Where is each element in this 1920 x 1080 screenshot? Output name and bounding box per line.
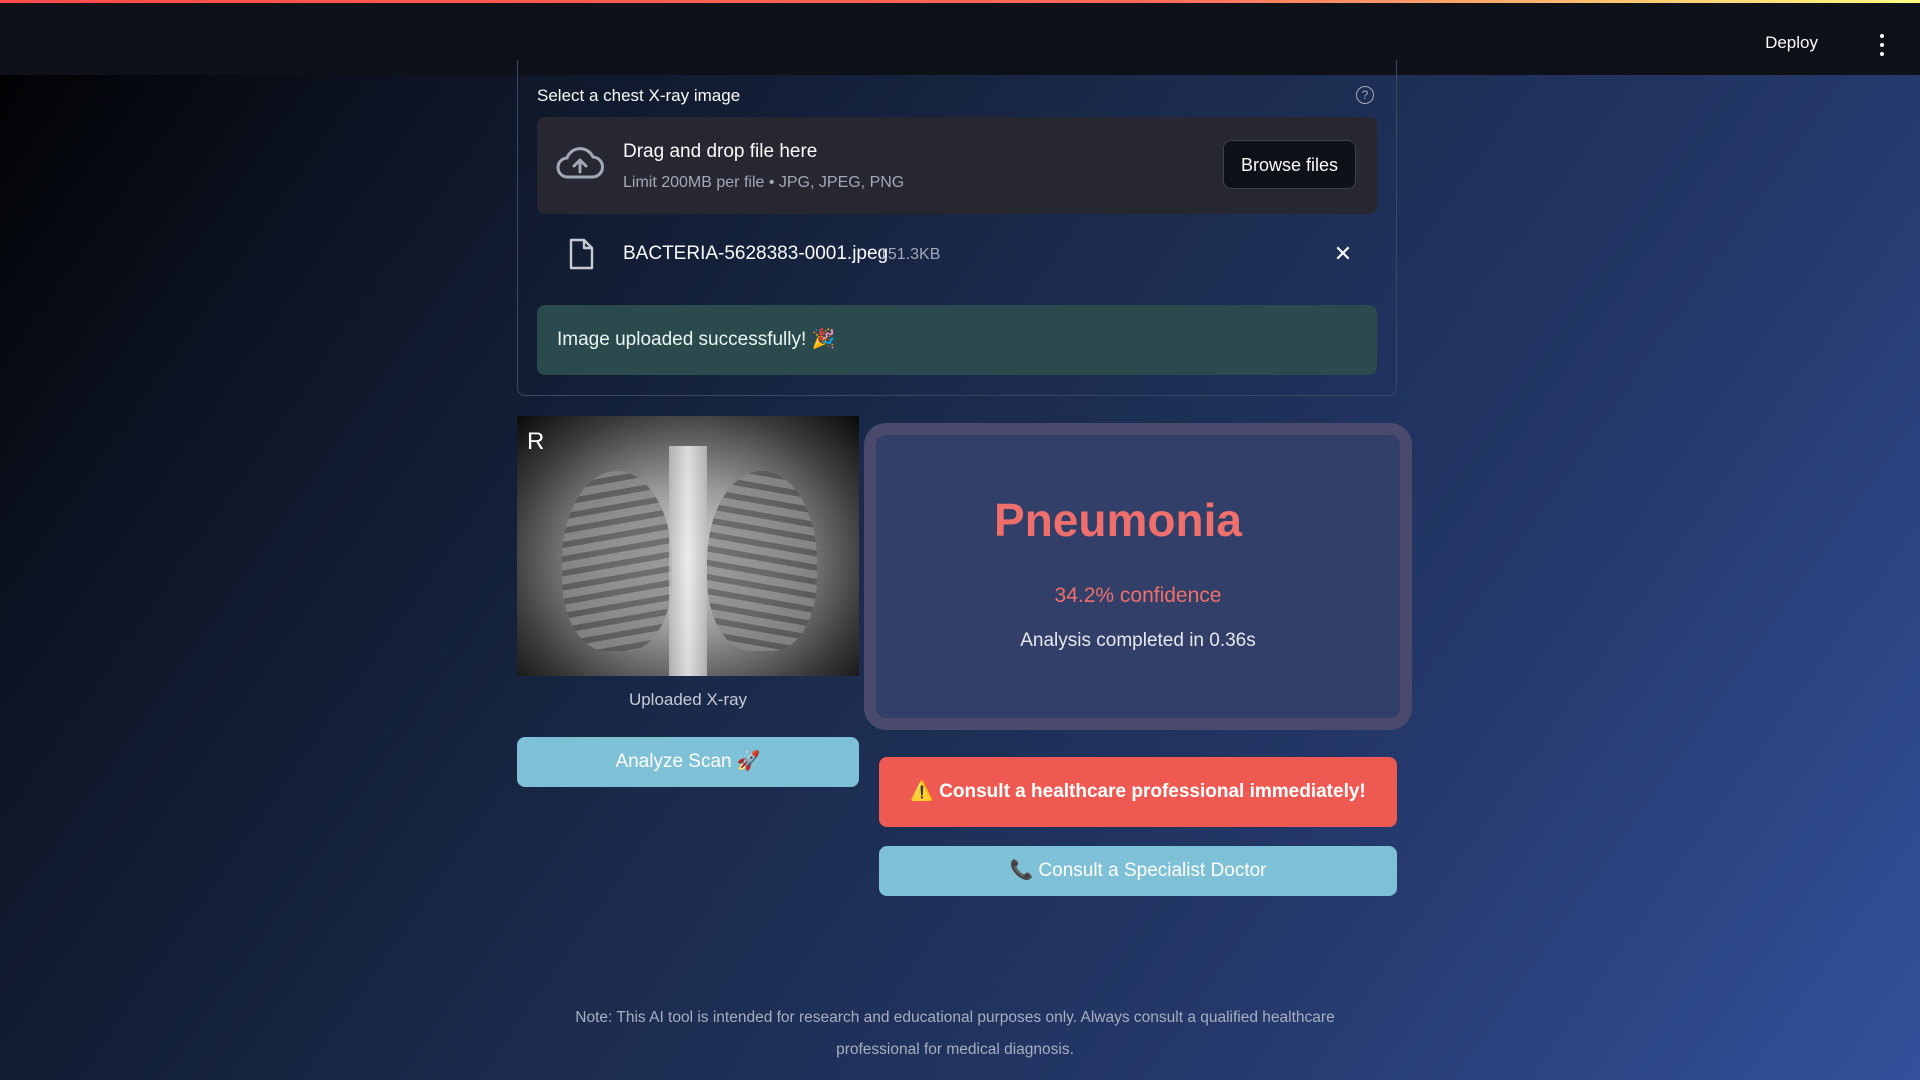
diagnosis-result-card bbox=[864, 423, 1412, 730]
analyze-scan-button[interactable]: Analyze Scan 🚀 bbox=[517, 737, 859, 787]
uploaded-file-size: 151.3KB bbox=[879, 246, 941, 263]
remove-file-close-icon[interactable]: ✕ bbox=[1333, 243, 1353, 265]
consult-specialist-button[interactable]: 📞 Consult a Specialist Doctor bbox=[879, 846, 1397, 896]
main-menu-icon[interactable] bbox=[1872, 34, 1892, 56]
xray-caption: Uploaded X-ray bbox=[628, 690, 748, 709]
upload-success-alert: Image uploaded successfully! 🎉 bbox=[537, 305, 1377, 375]
xray-spine bbox=[669, 446, 707, 676]
top-accent-line bbox=[0, 0, 1920, 3]
consult-warning-banner: ⚠️ Consult a healthcare professional imm… bbox=[879, 757, 1397, 827]
disclaimer-note: Note: This AI tool is intended for resea… bbox=[575, 1009, 1335, 1058]
diagnosis-label: Pneumonia bbox=[994, 494, 1242, 546]
xray-right-lung bbox=[707, 471, 817, 651]
help-icon[interactable]: ? bbox=[1356, 86, 1374, 104]
analysis-time-text: Analysis completed in 0.36s bbox=[1020, 630, 1256, 651]
file-icon bbox=[569, 238, 594, 270]
confidence-text: 34.2% confidence bbox=[1054, 584, 1222, 607]
deploy-button[interactable]: Deploy bbox=[1765, 33, 1818, 53]
xray-image: R bbox=[517, 416, 859, 676]
uploaded-file-name: BACTERIA-5628383-0001.jpeg bbox=[623, 243, 889, 264]
xray-left-lung bbox=[562, 471, 672, 651]
xray-side-marker: R bbox=[527, 428, 545, 455]
browse-files-button[interactable]: Browse files bbox=[1223, 140, 1356, 189]
uploader-label: Select a chest X-ray image bbox=[537, 86, 741, 105]
cloud-upload-icon bbox=[556, 147, 604, 179]
dropzone-title: Drag and drop file here bbox=[623, 141, 818, 162]
dropzone-limit-text: Limit 200MB per file • JPG, JPEG, PNG bbox=[623, 174, 905, 191]
